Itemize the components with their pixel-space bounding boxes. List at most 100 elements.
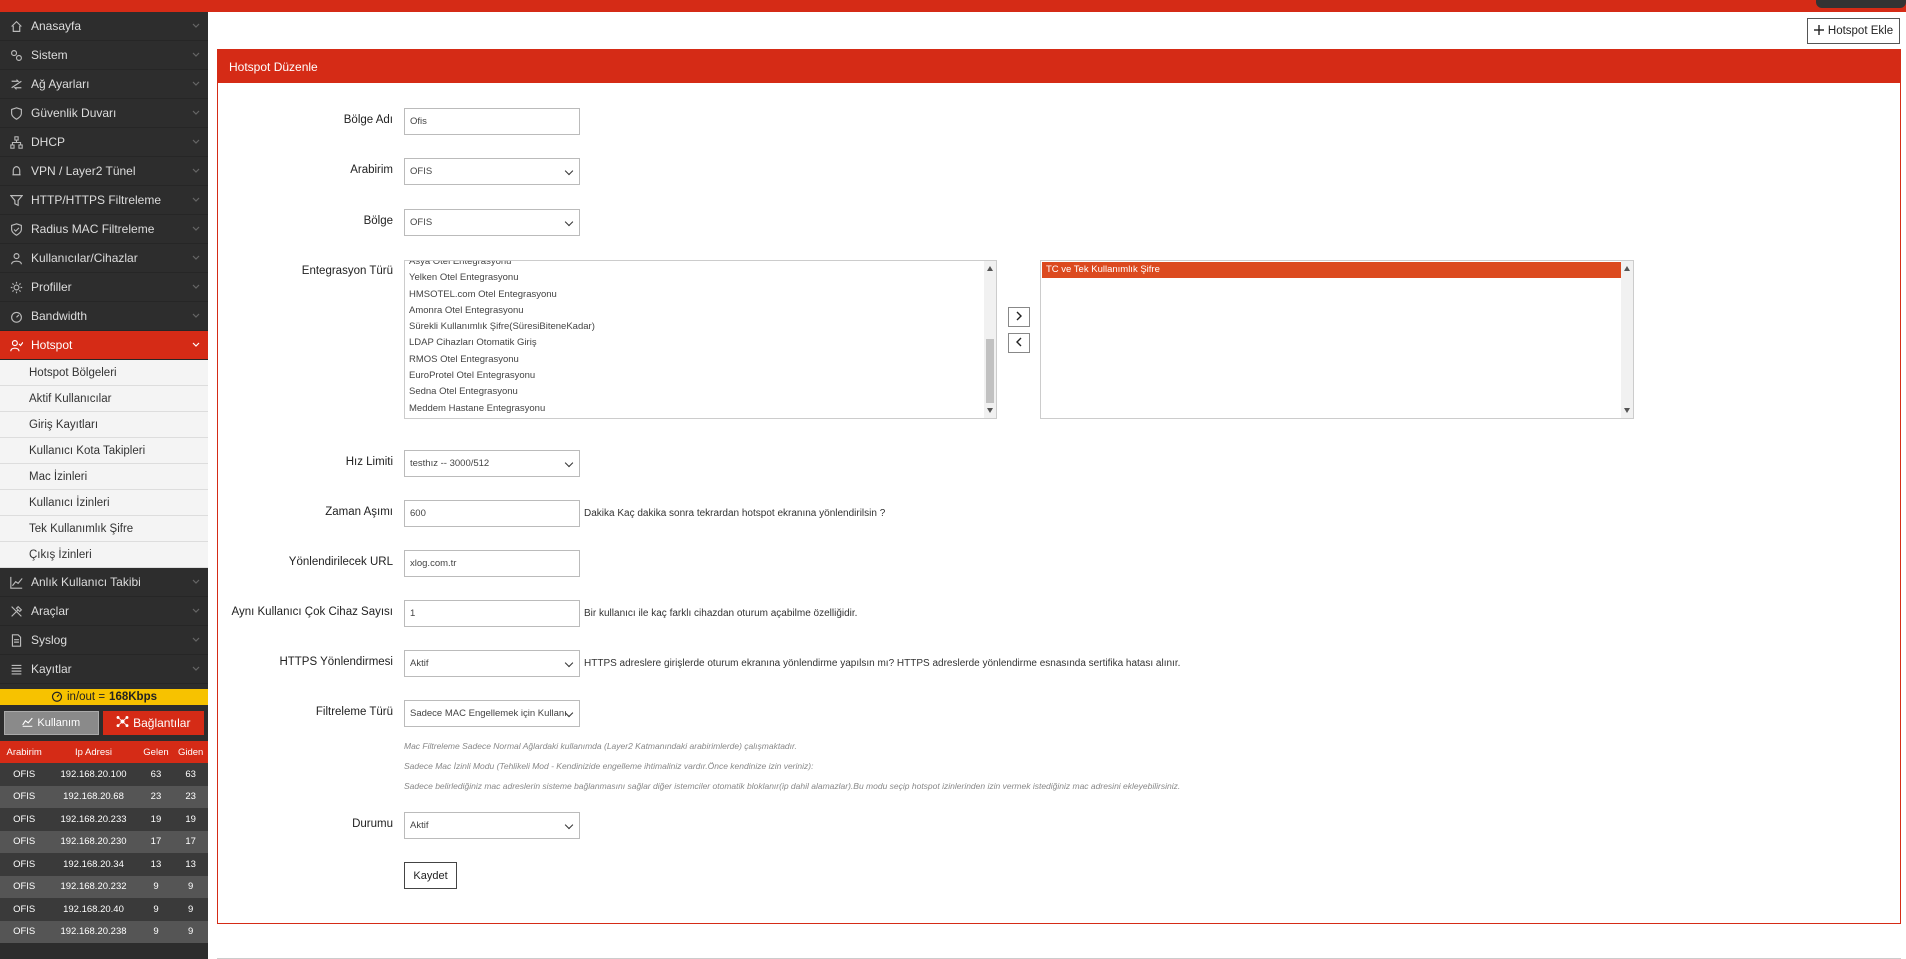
zone-label: Bölge: [363, 215, 393, 227]
chevron-down-icon: [192, 606, 200, 616]
submenu-item-kullanici-izinleri[interactable]: Kullanıcı İzinleri: [0, 490, 208, 516]
submenu-item-giris-kayitlari[interactable]: Giriş Kayıtları: [0, 412, 208, 438]
integration-option[interactable]: Amonra Otel Entegrasyonu: [405, 303, 996, 319]
multi-device-input[interactable]: 1: [404, 600, 580, 627]
sidebar-item-label: Güvenlik Duvarı: [31, 106, 117, 120]
scroll-up-icon[interactable]: [1624, 266, 1630, 271]
sidebar-item-sistem[interactable]: Sistem: [0, 41, 208, 70]
sidebar-item-syslog[interactable]: Syslog: [0, 626, 208, 655]
chevron-left-icon: [1015, 336, 1023, 350]
table-cell: OFIS: [0, 808, 49, 831]
table-cell: 9: [138, 875, 174, 898]
integration-option[interactable]: Sürekli Kullanımlık Şifre(SüresiBiteneKa…: [405, 319, 996, 335]
table-cell: 192.168.20.34: [48, 853, 139, 876]
sidebar-item-dhcp[interactable]: DHCP: [0, 128, 208, 157]
integration-option[interactable]: HMSOTEL.com Otel Entegrasyonu: [405, 287, 996, 303]
move-left-button[interactable]: [1008, 333, 1030, 353]
scroll-down-icon[interactable]: [987, 408, 993, 413]
integration-option[interactable]: RMOS Otel Entegrasyonu: [405, 352, 996, 368]
list-icon: [9, 662, 23, 676]
column-header[interactable]: Ip Adresi: [48, 741, 139, 763]
available-list-scrollbar[interactable]: [984, 261, 996, 418]
connections-button[interactable]: Bağlantılar: [102, 711, 204, 735]
interface-label: Arabirim: [350, 164, 393, 176]
zone-name-input[interactable]: Ofis: [404, 108, 580, 135]
column-header[interactable]: Giden: [173, 741, 208, 763]
sidebar-item-radius-mac-filtreleme[interactable]: Radius MAC Filtreleme: [0, 215, 208, 244]
sidebar-item-label: Bandwidth: [31, 309, 88, 323]
table-cell: 192.168.20.238: [48, 920, 139, 943]
table-cell: 9: [173, 875, 208, 898]
integration-option[interactable]: Meddem Hastane Entegrasyonu: [405, 401, 996, 417]
sidebar-item-araclar[interactable]: Araçlar: [0, 597, 208, 626]
sitemap-icon: [9, 135, 23, 149]
submenu-item-mac-izinleri[interactable]: Mac İzinleri: [0, 464, 208, 490]
connections-table: Arabirim Ip Adresi Gelen Giden OFIS 192.168.…: [0, 741, 208, 943]
integration-option[interactable]: EuroProtel Otel Entegrasyonu: [405, 368, 996, 384]
table-cell: 192.168.20.230: [48, 830, 139, 853]
integration-option[interactable]: Asya Otel Entegrasyonu: [405, 261, 996, 270]
integration-option[interactable]: Sedna Otel Entegrasyonu: [405, 384, 996, 400]
scroll-up-icon[interactable]: [987, 266, 993, 271]
submenu-item-kullanici-kota-takipleri[interactable]: Kullanıcı Kota Takipleri: [0, 438, 208, 464]
sidebar-item-kullanicilar-cihazlar[interactable]: Kullanıcılar/Cihazlar: [0, 244, 208, 273]
integration-available-list[interactable]: Asya Otel Entegrasyonu Yelken Otel Entegr…: [404, 260, 997, 419]
integration-option[interactable]: Yelken Otel Entegrasyonu: [405, 270, 996, 286]
top-bar-user-area[interactable]: [1816, 0, 1906, 8]
integration-label: Entegrasyon Türü: [301, 265, 393, 277]
chevron-down-icon: [192, 224, 200, 234]
sidebar-item-anlik-kullanici-takibi[interactable]: Anlık Kullanıcı Takibi: [0, 568, 208, 597]
add-hotspot-button[interactable]: Hotspot Ekle: [1807, 18, 1900, 44]
sidebar-item-label: Hotspot: [31, 338, 73, 352]
sidebar-item-anasayfa[interactable]: Anasayfa: [0, 12, 208, 41]
sidebar-item-vpn-layer2-tunel[interactable]: VPN / Layer2 Tünel: [0, 157, 208, 186]
filter-note-2: Sadece Mac İzinli Modu (Tehlikeli Mod - …: [404, 761, 814, 771]
status-select[interactable]: Aktif: [404, 812, 580, 839]
table-row: OFIS 192.168.20.68 23 23: [0, 785, 208, 808]
column-header[interactable]: Gelen: [138, 741, 174, 763]
sidebar-item-kayitlar[interactable]: Kayıtlar: [0, 655, 208, 684]
integration-option[interactable]: LDAP Cihazları Otomatik Giriş: [405, 335, 996, 351]
timeout-hint: Dakika Kaç dakika sonra tekrardan hotspo…: [584, 508, 886, 519]
chevron-down-icon: [192, 166, 200, 176]
sidebar-item-hotspot[interactable]: Hotspot: [0, 331, 208, 360]
move-right-button[interactable]: [1008, 307, 1030, 327]
speed-limit-select[interactable]: testhız -- 3000/512: [404, 450, 580, 477]
bell-icon: [9, 164, 23, 178]
zone-name-label: Bölge Adı: [343, 114, 393, 126]
table-row: OFIS 192.168.20.232 9 9: [0, 875, 208, 898]
panel-title: Hotspot Düzenle: [218, 50, 1900, 83]
https-redirect-select[interactable]: Aktif: [404, 650, 580, 677]
submenu-item-aktif-kullanicilar[interactable]: Aktif Kullanıcılar: [0, 386, 208, 412]
sidebar-item-guvenlik-duvari[interactable]: Güvenlik Duvarı: [0, 99, 208, 128]
sidebar-item-http-https-filtreleme[interactable]: HTTP/HTTPS Filtreleme: [0, 186, 208, 215]
integration-selected-list[interactable]: TC ve Tek Kullanımlık Şifre: [1040, 260, 1634, 419]
file-icon: [9, 633, 23, 647]
save-button[interactable]: Kaydet: [404, 862, 457, 889]
sidebar-item-ag-ayarlari[interactable]: Ağ Ayarları: [0, 70, 208, 99]
user-check-icon: [9, 338, 23, 352]
table-cell: 13: [138, 853, 174, 876]
scroll-down-icon[interactable]: [1624, 408, 1630, 413]
filter-type-select[interactable]: Sadece MAC Engellemek için Kullanı: [404, 700, 580, 727]
chevron-down-icon: [192, 137, 200, 147]
scroll-thumb[interactable]: [986, 339, 994, 403]
selected-list-scrollbar[interactable]: [1621, 261, 1633, 418]
table-cell: 192.168.20.100: [48, 763, 139, 786]
redirect-url-input[interactable]: xlog.com.tr: [404, 550, 580, 577]
chevron-down-icon: [192, 664, 200, 674]
submenu-item-cikis-izinleri[interactable]: Çıkış İzinleri: [0, 542, 208, 568]
submenu-item-hotspot-bolgeleri[interactable]: Hotspot Bölgeleri: [0, 360, 208, 386]
hotspot-submenu: Hotspot Bölgeleri Aktif Kullanıcılar Giriş…: [0, 360, 208, 568]
sidebar-item-label: Kayıtlar: [31, 662, 72, 676]
sidebar-item-profiller[interactable]: Profiller: [0, 273, 208, 302]
usage-button[interactable]: Kullanım: [4, 711, 99, 735]
column-header[interactable]: Arabirim: [0, 741, 49, 763]
table-row: OFIS 192.168.20.233 19 19: [0, 808, 208, 831]
interface-select[interactable]: OFIS: [404, 158, 580, 185]
submenu-item-tek-kullanimlik-sifre[interactable]: Tek Kullanımlık Şifre: [0, 516, 208, 542]
selected-integration-option[interactable]: TC ve Tek Kullanımlık Şifre: [1042, 262, 1621, 279]
zone-select[interactable]: OFIS: [404, 209, 580, 236]
sidebar-item-bandwidth[interactable]: Bandwidth: [0, 302, 208, 331]
timeout-input[interactable]: 600: [404, 500, 580, 527]
